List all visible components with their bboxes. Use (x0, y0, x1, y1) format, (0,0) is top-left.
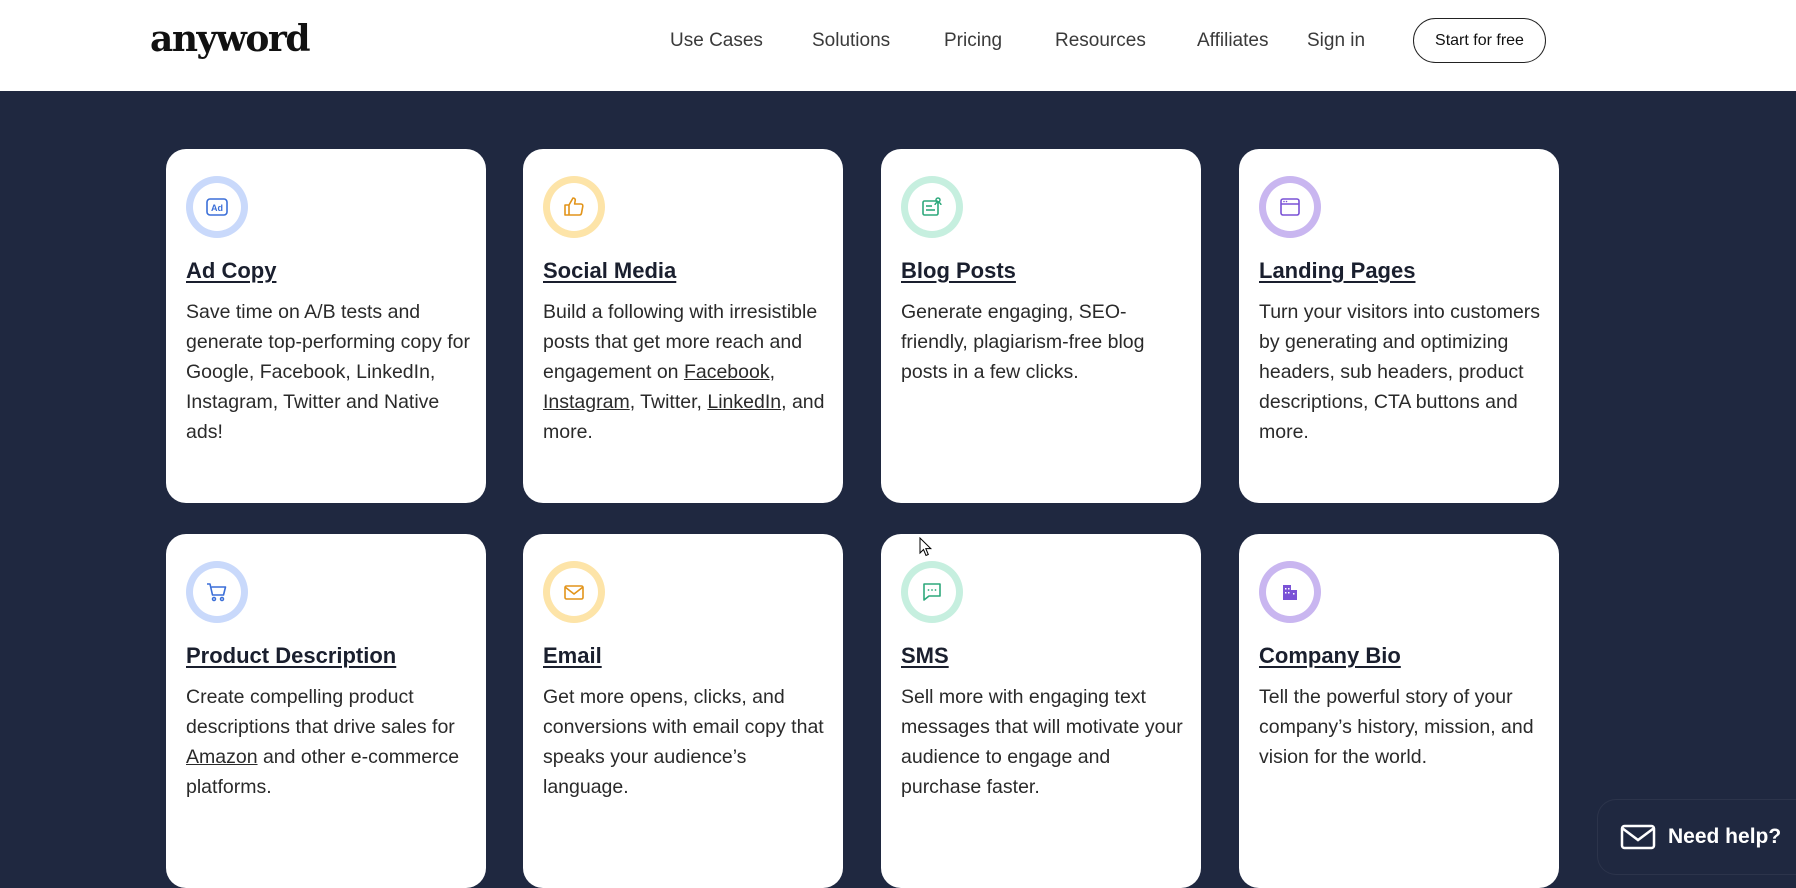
desc-text: Build a following with irresistible post… (543, 301, 818, 383)
envelope-icon (564, 585, 584, 600)
chat-bubble-icon (923, 583, 941, 601)
use-case-card-product-description[interactable]: Product Description Create compelling pr… (166, 534, 486, 888)
browser-window-icon (1280, 198, 1300, 216)
desc-separator: , Twitter, (629, 391, 708, 413)
use-case-card-sms[interactable]: SMS Sell more with engaging text message… (881, 534, 1201, 888)
desc-separator: , (769, 361, 776, 383)
card-title[interactable]: Social Media (543, 258, 676, 284)
thumbs-up-icon (564, 197, 584, 216)
building-icon-ring (1259, 561, 1321, 623)
chat-bubble-icon-ring (901, 561, 963, 623)
browser-window-icon-ring (1259, 176, 1321, 238)
desc-text: Create compelling product descriptions t… (186, 686, 455, 738)
mouse-cursor-icon (919, 537, 933, 557)
nav-solutions[interactable]: Solutions (812, 30, 890, 52)
nav-pricing[interactable]: Pricing (944, 30, 1002, 52)
card-title[interactable]: Landing Pages (1259, 258, 1415, 284)
use-case-card-ad-copy[interactable]: Ad Ad Copy Save time on A/B tests and ge… (166, 149, 486, 503)
card-description: Build a following with irresistible post… (543, 297, 833, 447)
envelope-icon (1620, 824, 1656, 850)
amazon-link[interactable]: Amazon (186, 746, 258, 768)
use-case-card-social-media[interactable]: Social Media Build a following with irre… (523, 149, 843, 503)
nav-affiliates[interactable]: Affiliates (1197, 30, 1268, 52)
facebook-link[interactable]: Facebook (684, 361, 770, 383)
card-description: Generate engaging, SEO-friendly, plagiar… (901, 301, 1145, 383)
need-help-widget[interactable]: Need help? (1598, 800, 1796, 874)
card-title[interactable]: Email (543, 643, 602, 669)
anyword-logo[interactable]: anyword (150, 18, 311, 60)
card-description: Get more opens, clicks, and conversions … (543, 686, 824, 798)
need-help-label: Need help? (1668, 825, 1782, 848)
card-description: Tell the powerful story of your company’… (1259, 686, 1534, 768)
blog-icon-ring (901, 176, 963, 238)
top-navigation-bar: anyword Use Cases Solutions Pricing Reso… (0, 0, 1796, 91)
use-case-card-company-bio[interactable]: Company Bio Tell the powerful story of y… (1239, 534, 1559, 888)
blog-icon (922, 197, 942, 216)
nav-sign-in[interactable]: Sign in (1307, 30, 1365, 52)
card-description: Sell more with engaging text messages th… (901, 686, 1183, 798)
card-title[interactable]: Product Description (186, 643, 396, 669)
card-description: Save time on A/B tests and generate top-… (186, 301, 470, 443)
card-title[interactable]: Company Bio (1259, 643, 1401, 669)
ad-icon-ring: Ad (186, 176, 248, 238)
instagram-link[interactable]: Instagram (543, 391, 630, 413)
use-case-card-landing-pages[interactable]: Landing Pages Turn your visitors into cu… (1239, 149, 1559, 503)
building-icon (1283, 585, 1297, 600)
use-case-card-blog-posts[interactable]: Blog Posts Generate engaging, SEO-friend… (881, 149, 1201, 503)
linkedin-link[interactable]: LinkedIn (707, 391, 781, 413)
card-title[interactable]: Blog Posts (901, 258, 1016, 284)
use-case-card-email[interactable]: Email Get more opens, clicks, and conver… (523, 534, 843, 888)
thumbs-up-icon-ring (543, 176, 605, 238)
shopping-cart-icon-ring (186, 561, 248, 623)
envelope-icon-ring (543, 561, 605, 623)
card-title[interactable]: SMS (901, 643, 949, 669)
svg-text:Ad: Ad (211, 203, 223, 213)
shopping-cart-icon (207, 583, 227, 602)
nav-resources[interactable]: Resources (1055, 30, 1146, 52)
ad-icon: Ad (206, 198, 228, 216)
card-description: Create compelling product descriptions t… (186, 682, 476, 802)
start-for-free-button[interactable]: Start for free (1413, 18, 1546, 63)
card-title[interactable]: Ad Copy (186, 258, 276, 284)
card-description: Turn your visitors into customers by gen… (1259, 301, 1541, 443)
nav-use-cases[interactable]: Use Cases (670, 30, 763, 52)
